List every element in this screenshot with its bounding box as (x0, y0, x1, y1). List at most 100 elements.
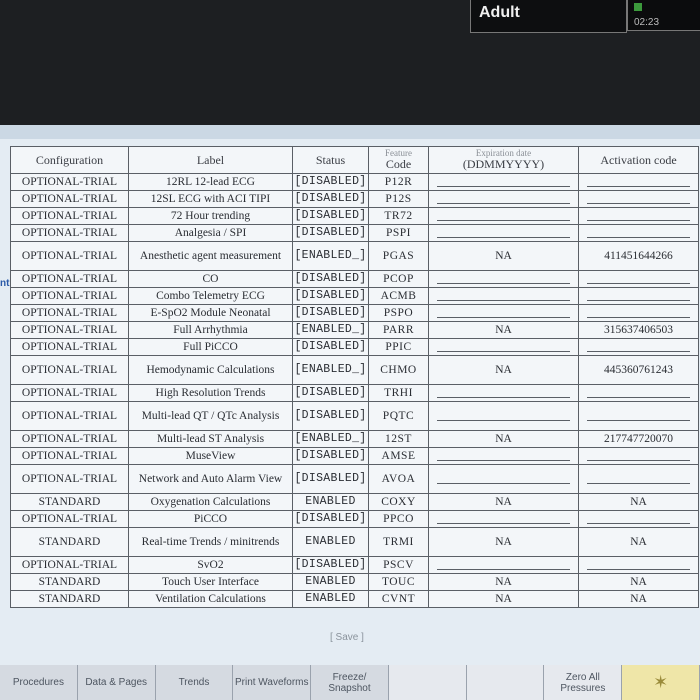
alarm-silence-button[interactable]: ✶ (622, 665, 700, 700)
expiration-input-line[interactable] (437, 291, 570, 301)
expiration-input-line[interactable] (437, 274, 570, 284)
feature-code-cell: TRMI (368, 527, 429, 557)
expiration-cell[interactable]: NA (428, 573, 579, 591)
trends-button[interactable]: Trends (155, 665, 234, 700)
expiration-cell[interactable] (428, 447, 579, 465)
patient-type-box[interactable]: Adult (470, 0, 627, 33)
expiration-cell[interactable]: NA (428, 321, 579, 339)
expiration-cell[interactable]: NA (428, 241, 579, 271)
activation-input-line[interactable] (587, 560, 690, 570)
table-row: OPTIONAL-TRIAL Analgesia / SPI [DISABLED] P… (10, 224, 699, 242)
expiration-cell[interactable] (428, 401, 579, 431)
patient-type-label: Adult (479, 4, 520, 21)
activation-input-line[interactable] (587, 514, 690, 524)
activation-input-line[interactable] (587, 211, 690, 221)
activation-cell[interactable] (578, 173, 699, 191)
expiration-cell[interactable]: NA (428, 590, 579, 608)
activation-cell[interactable] (578, 384, 699, 402)
expiration-input-line[interactable] (437, 177, 570, 187)
expiration-cell[interactable]: NA (428, 430, 579, 448)
expiration-input-line[interactable] (437, 411, 570, 421)
feature-code-cell: PGAS (368, 241, 429, 271)
status-cell: [DISABLED] (292, 270, 369, 288)
blank-1-button[interactable] (388, 665, 467, 700)
feature-code-cell: PSPO (368, 304, 429, 322)
expiration-input-line[interactable] (437, 474, 570, 484)
expiration-input-line[interactable] (437, 514, 570, 524)
config-cell: STANDARD (10, 573, 129, 591)
activation-cell[interactable]: NA (578, 590, 699, 608)
procedures-button[interactable]: Procedures (0, 665, 78, 700)
activation-cell[interactable]: NA (578, 493, 699, 511)
activation-cell[interactable] (578, 304, 699, 322)
expiration-cell[interactable] (428, 190, 579, 208)
activation-input-line[interactable] (587, 388, 690, 398)
expiration-cell[interactable]: NA (428, 493, 579, 511)
activation-cell[interactable]: 445360761243 (578, 355, 699, 385)
expiration-cell[interactable] (428, 338, 579, 356)
activation-input-line[interactable] (587, 342, 690, 352)
activation-cell[interactable] (578, 510, 699, 528)
activation-cell[interactable] (578, 190, 699, 208)
activation-input-line[interactable] (587, 451, 690, 461)
activation-cell[interactable]: 217747720070 (578, 430, 699, 448)
activation-cell[interactable]: 315637406503 (578, 321, 699, 339)
expiration-input-line[interactable] (437, 211, 570, 221)
activation-cell[interactable]: NA (578, 573, 699, 591)
save-button[interactable]: [ Save ] (330, 632, 364, 643)
activation-input-line[interactable] (587, 177, 690, 187)
freeze-snapshot-button[interactable]: Freeze/ Snapshot (311, 665, 389, 700)
expiration-cell[interactable] (428, 173, 579, 191)
expiration-cell[interactable] (428, 287, 579, 305)
status-cell: [DISABLED] (292, 173, 369, 191)
activation-cell[interactable] (578, 207, 699, 225)
expiration-cell[interactable] (428, 384, 579, 402)
activation-cell[interactable] (578, 338, 699, 356)
activation-cell[interactable]: NA (578, 527, 699, 557)
label-cell: Network and Auto Alarm View (128, 464, 293, 494)
expiration-input-line[interactable] (437, 451, 570, 461)
status-cell: [ENABLED_] (292, 430, 369, 448)
expiration-cell[interactable]: NA (428, 527, 579, 557)
activation-input-line[interactable] (587, 308, 690, 318)
expiration-cell[interactable] (428, 207, 579, 225)
activation-cell[interactable] (578, 270, 699, 288)
activation-input-line[interactable] (587, 474, 690, 484)
expiration-input-line[interactable] (437, 342, 570, 352)
zero-all-pressures-button[interactable]: Zero All Pressures (544, 665, 623, 700)
expiration-cell[interactable]: NA (428, 355, 579, 385)
expiration-cell[interactable] (428, 464, 579, 494)
activation-cell[interactable] (578, 401, 699, 431)
table-row: OPTIONAL-TRIAL Network and Auto Alarm Vie… (10, 464, 699, 494)
data-pages-button[interactable]: Data & Pages (77, 665, 156, 700)
blank-2-button[interactable] (466, 665, 545, 700)
print-waveforms-button[interactable]: Print Waveforms (233, 665, 312, 700)
activation-cell[interactable] (578, 464, 699, 494)
expiration-cell[interactable] (428, 510, 579, 528)
status-cell: [DISABLED] (292, 556, 369, 574)
expiration-input-line[interactable] (437, 560, 570, 570)
bottom-button-bar: Procedures Data & Pages Trends Print Wavefo… (0, 665, 700, 700)
activation-cell[interactable] (578, 287, 699, 305)
expiration-input-line[interactable] (437, 388, 570, 398)
expiration-cell[interactable] (428, 224, 579, 242)
zero-all-pressures-label: Zero All Pressures (560, 671, 606, 694)
expiration-input-line[interactable] (437, 308, 570, 318)
expiration-cell[interactable] (428, 304, 579, 322)
expiration-input-line[interactable] (437, 194, 570, 204)
header-activation: Activation code (578, 146, 699, 174)
expiration-cell[interactable] (428, 270, 579, 288)
activation-cell[interactable] (578, 224, 699, 242)
activation-input-line[interactable] (587, 291, 690, 301)
activation-input-line[interactable] (587, 411, 690, 421)
activation-cell[interactable] (578, 556, 699, 574)
expiration-cell[interactable] (428, 556, 579, 574)
feature-code-cell: AVOA (368, 464, 429, 494)
activation-input-line[interactable] (587, 194, 690, 204)
expiration-input-line[interactable] (437, 228, 570, 238)
activation-input-line[interactable] (587, 274, 690, 284)
label-cell: Hemodynamic Calculations (128, 355, 293, 385)
activation-cell[interactable] (578, 447, 699, 465)
activation-input-line[interactable] (587, 228, 690, 238)
activation-cell[interactable]: 411451644266 (578, 241, 699, 271)
